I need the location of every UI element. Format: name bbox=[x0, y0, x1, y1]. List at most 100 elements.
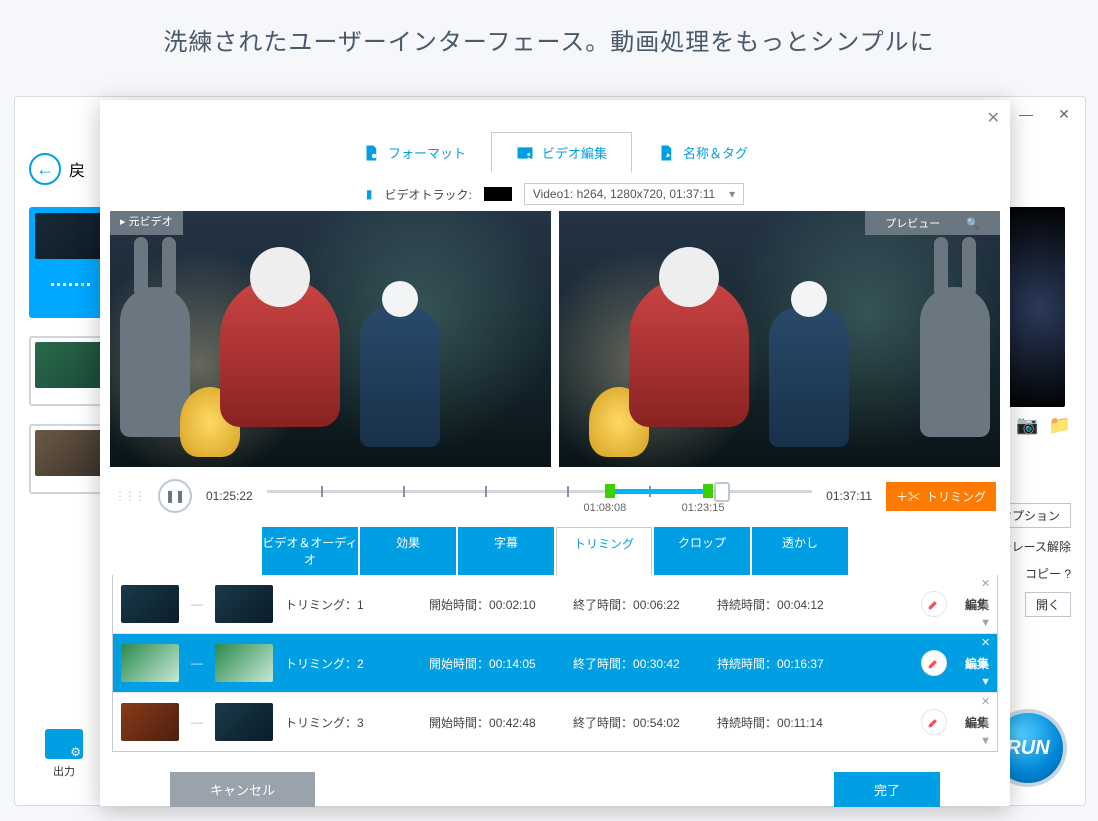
duration-value: 00:16:37 bbox=[777, 657, 824, 671]
cancel-button[interactable]: キャンセル bbox=[170, 772, 315, 807]
end-label: 終了時間： bbox=[573, 716, 633, 730]
end-label: 終了時間： bbox=[573, 657, 633, 671]
row-up-icon[interactable]: ▲ bbox=[980, 717, 991, 728]
subtab-trim[interactable]: トリミング bbox=[556, 527, 652, 575]
film-scissors-icon bbox=[516, 144, 534, 162]
timeline-scrubber[interactable] bbox=[714, 482, 730, 502]
trim-index: 1 bbox=[357, 598, 364, 612]
trim-end-handle[interactable] bbox=[703, 484, 713, 498]
subtab-crop[interactable]: クロップ bbox=[654, 527, 750, 575]
subtab-effect[interactable]: 効果 bbox=[360, 527, 456, 575]
track-color-chip bbox=[484, 187, 512, 201]
source-card-selected[interactable] bbox=[29, 207, 111, 318]
video-track-select[interactable]: Video1: h264, 1280x720, 01:37:11 bbox=[524, 183, 744, 205]
video-editor-dialog: ✕ フォーマット ビデオ編集 名称＆タグ ▮ ビデオトラック: Video1: … bbox=[100, 100, 1010, 806]
start-label: 開始時間： bbox=[429, 598, 489, 612]
trim-index-label: トリミング： bbox=[285, 716, 357, 730]
end-value: 00:06:22 bbox=[633, 598, 680, 612]
duration-value: 00:04:12 bbox=[777, 598, 824, 612]
source-video-label: ▸ 元ビデオ bbox=[110, 211, 183, 235]
play-pause-button[interactable]: ❚❚ bbox=[158, 479, 192, 513]
row-remove-icon[interactable]: ✕ bbox=[981, 638, 990, 649]
row-down-icon[interactable]: ▼ bbox=[980, 618, 991, 629]
subtab-watermark[interactable]: 透かし bbox=[752, 527, 848, 575]
trim-row[interactable]: — トリミング：2 開始時間：00:14:05 終了時間：00:30:42 持続… bbox=[113, 633, 997, 692]
trim-index-label: トリミング： bbox=[285, 657, 357, 671]
back-button[interactable]: ← bbox=[29, 153, 61, 185]
timeline-total: 01:37:11 bbox=[826, 489, 872, 503]
duration-label: 持続時間： bbox=[717, 716, 777, 730]
trim-thumb-end bbox=[215, 585, 273, 623]
trim-list: — トリミング：1 開始時間：00:02:10 終了時間：00:06:22 持続… bbox=[112, 575, 998, 752]
trim-thumb-end bbox=[215, 703, 273, 741]
source-preview-frame bbox=[110, 211, 551, 467]
source-thumb-1 bbox=[35, 213, 105, 259]
source-card-2[interactable] bbox=[29, 336, 111, 406]
start-value: 00:42:48 bbox=[489, 716, 536, 730]
drag-handle-icon[interactable]: ⋮⋮⋮ bbox=[114, 489, 144, 503]
edit-trim-button[interactable] bbox=[921, 709, 947, 735]
arrow-icon: — bbox=[191, 715, 203, 729]
trim-thumb-start bbox=[121, 585, 179, 623]
row-remove-icon[interactable]: ✕ bbox=[981, 697, 990, 708]
arrow-icon: — bbox=[191, 656, 203, 670]
trim-index: 3 bbox=[357, 716, 364, 730]
window-minimize-icon[interactable]: — bbox=[1011, 103, 1041, 125]
trim-thumb-end bbox=[215, 644, 273, 682]
back-label: 戻 bbox=[69, 157, 85, 181]
subtab-video-audio[interactable]: ビデオ＆オーディオ bbox=[262, 527, 358, 575]
tab-video-edit[interactable]: ビデオ編集 bbox=[491, 132, 632, 173]
subtab-subtitle[interactable]: 字幕 bbox=[458, 527, 554, 575]
tab-video-edit-label: ビデオ編集 bbox=[542, 143, 607, 162]
start-value: 00:14:05 bbox=[489, 657, 536, 671]
source-thumb-2 bbox=[35, 342, 105, 388]
page-headline: 洗練されたユーザーインターフェース。動画処理をもっとシンプルに bbox=[0, 0, 1098, 75]
end-value: 00:30:42 bbox=[633, 657, 680, 671]
row-up-icon[interactable]: ▲ bbox=[980, 658, 991, 669]
row-up-icon[interactable]: ▲ bbox=[980, 599, 991, 610]
row-remove-icon[interactable]: ✕ bbox=[981, 579, 990, 590]
done-button[interactable]: 完了 bbox=[834, 772, 940, 807]
range-end-label: 01:23:15 bbox=[682, 502, 725, 514]
tab-name-tag[interactable]: 名称＆タグ bbox=[632, 132, 773, 173]
tab-format-label: フォーマット bbox=[388, 143, 466, 162]
arrow-icon: — bbox=[191, 597, 203, 611]
output-profile[interactable]: 出力 bbox=[45, 729, 83, 779]
edit-trim-button[interactable] bbox=[921, 650, 947, 676]
start-label: 開始時間： bbox=[429, 657, 489, 671]
trim-row[interactable]: — トリミング：3 開始時間：00:42:48 終了時間：00:54:02 持続… bbox=[113, 692, 997, 751]
output-profile-icon bbox=[45, 729, 83, 759]
dialog-close-icon[interactable]: ✕ bbox=[987, 108, 1000, 128]
preview-label: プレビュー bbox=[875, 213, 950, 233]
duration-label: 持続時間： bbox=[717, 657, 777, 671]
end-label: 終了時間： bbox=[573, 598, 633, 612]
output-preview-frame bbox=[559, 211, 1000, 467]
output-label: 出力 bbox=[53, 766, 75, 778]
range-start-label: 01:08:08 bbox=[583, 502, 626, 514]
trim-row[interactable]: — トリミング：1 開始時間：00:02:10 終了時間：00:06:22 持続… bbox=[113, 575, 997, 633]
row-down-icon[interactable]: ▼ bbox=[980, 677, 991, 688]
source-card-3[interactable] bbox=[29, 424, 111, 494]
open-button[interactable]: 開く bbox=[1025, 592, 1071, 617]
trim-thumb-start bbox=[121, 703, 179, 741]
tab-format[interactable]: フォーマット bbox=[337, 132, 491, 173]
timeline-track[interactable]: 01:08:08 01:23:15 bbox=[267, 480, 812, 512]
camera-icon[interactable]: 📷 bbox=[1016, 415, 1038, 436]
edit-trim-button[interactable] bbox=[921, 591, 947, 617]
add-trim-button[interactable]: ＋✂ トリミング bbox=[886, 482, 996, 511]
scissors-plus-icon: ＋✂ bbox=[896, 488, 920, 505]
trim-start-handle[interactable] bbox=[605, 484, 615, 498]
end-value: 00:54:02 bbox=[633, 716, 680, 730]
trim-thumb-start bbox=[121, 644, 179, 682]
window-close-icon[interactable]: ✕ bbox=[1049, 103, 1079, 125]
magnify-icon[interactable]: 🔍 bbox=[956, 215, 990, 232]
tag-edit-icon bbox=[657, 144, 675, 162]
trim-index: 2 bbox=[357, 657, 364, 671]
row-down-icon[interactable]: ▼ bbox=[980, 736, 991, 747]
video-track-label: ビデオトラック: bbox=[384, 186, 471, 203]
start-label: 開始時間： bbox=[429, 716, 489, 730]
folder-icon[interactable]: 📁 bbox=[1049, 415, 1071, 436]
timeline-current: 01:25:22 bbox=[206, 489, 253, 503]
start-value: 00:02:10 bbox=[489, 598, 536, 612]
trim-index-label: トリミング： bbox=[285, 598, 357, 612]
